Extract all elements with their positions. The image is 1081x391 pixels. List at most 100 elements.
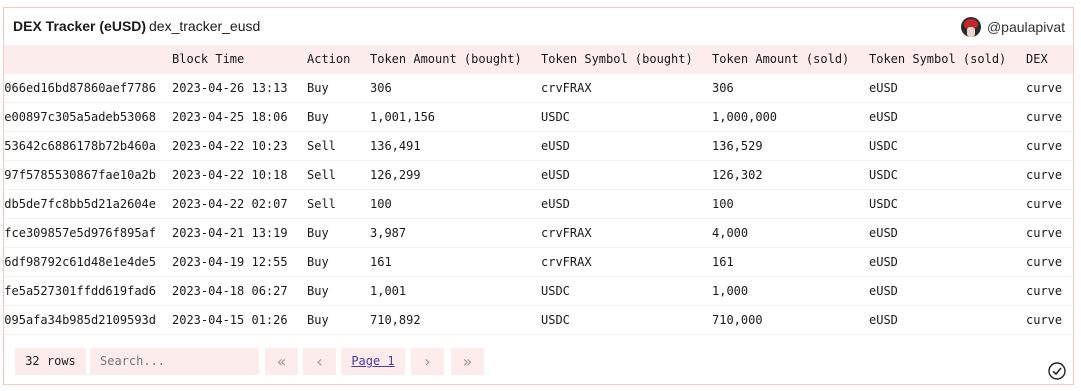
tx-hash-cell: 97f5785530867fae10a2b bbox=[4, 168, 156, 182]
column-header-action[interactable]: Action bbox=[307, 45, 367, 74]
first-page-button[interactable]: « bbox=[265, 348, 298, 375]
table-row: 53642c6886178b72b460a 2023-04-22 10:23 S… bbox=[4, 132, 1073, 161]
table-row: 6df98792c61d48e1e4de5 2023-04-19 12:55 B… bbox=[4, 248, 1073, 277]
card-subtitle: dex_tracker_eusd bbox=[149, 18, 261, 34]
page-indicator[interactable]: Page 1 bbox=[341, 348, 405, 375]
column-header-tx-hash[interactable] bbox=[4, 45, 156, 74]
block-time-cell: 2023-04-19 12:55 bbox=[172, 255, 288, 269]
next-page-button[interactable]: › bbox=[411, 348, 444, 375]
dex-cell: curve bbox=[1026, 110, 1063, 124]
symbol-bought-cell: crvFRAX bbox=[541, 226, 592, 240]
action-cell: Sell bbox=[307, 139, 336, 153]
dex-cell: curve bbox=[1026, 81, 1063, 95]
tx-hash-cell: fe5a527301ffdd619fad6 bbox=[4, 284, 156, 298]
tx-hash-cell: db5de7fc8bb5d21a2604e bbox=[4, 197, 156, 211]
table-row: 97f5785530867fae10a2b 2023-04-22 10:18 S… bbox=[4, 161, 1073, 190]
block-time-cell: 2023-04-15 01:26 bbox=[172, 313, 288, 327]
dex-cell: curve bbox=[1026, 284, 1063, 298]
previous-page-button[interactable]: ‹ bbox=[303, 348, 336, 375]
amount-bought-cell: 161 bbox=[370, 255, 392, 269]
action-cell: Sell bbox=[307, 168, 336, 182]
table-row: fce309857e5d976f895af 2023-04-21 13:19 B… bbox=[4, 219, 1073, 248]
last-page-button[interactable]: » bbox=[451, 348, 484, 375]
dex-cell: curve bbox=[1026, 255, 1063, 269]
action-cell: Sell bbox=[307, 197, 336, 211]
column-header-token-symbol-sold[interactable]: Token Symbol (sold) bbox=[869, 45, 1021, 74]
block-time-cell: 2023-04-18 06:27 bbox=[172, 284, 288, 298]
symbol-sold-cell: eUSD bbox=[869, 81, 898, 95]
symbol-sold-cell: eUSD bbox=[869, 284, 898, 298]
column-header-dex[interactable]: DEX bbox=[1026, 45, 1071, 74]
amount-bought-cell: 100 bbox=[370, 197, 392, 211]
action-cell: Buy bbox=[307, 284, 329, 298]
action-cell: Buy bbox=[307, 226, 329, 240]
amount-bought-cell: 306 bbox=[370, 81, 392, 95]
symbol-bought-cell: eUSD bbox=[541, 168, 570, 182]
symbol-sold-cell: USDC bbox=[869, 139, 898, 153]
tx-hash-cell: e00897c305a5adeb53068 bbox=[4, 110, 156, 124]
symbol-sold-cell: eUSD bbox=[869, 255, 898, 269]
amount-sold-cell: 1,000 bbox=[712, 284, 749, 298]
amount-bought-cell: 126,299 bbox=[370, 168, 421, 182]
symbol-bought-cell: USDC bbox=[541, 284, 570, 298]
table-row: 066ed16bd87860aef7786 2023-04-26 13:13 B… bbox=[4, 74, 1073, 103]
block-time-cell: 2023-04-26 13:13 bbox=[172, 81, 288, 95]
table-footer: 32 rows « ‹ Page 1 › » bbox=[4, 347, 1073, 380]
tx-hash-cell: 095afa34b985d2109593d bbox=[4, 313, 156, 327]
symbol-bought-cell: eUSD bbox=[541, 139, 570, 153]
amount-sold-cell: 126,302 bbox=[712, 168, 763, 182]
table-row: db5de7fc8bb5d21a2604e 2023-04-22 02:07 S… bbox=[4, 190, 1073, 219]
column-header-token-amount-sold[interactable]: Token Amount (sold) bbox=[712, 45, 864, 74]
tx-hash-cell: 6df98792c61d48e1e4de5 bbox=[4, 255, 156, 269]
symbol-bought-cell: crvFRAX bbox=[541, 255, 592, 269]
block-time-cell: 2023-04-25 18:06 bbox=[172, 110, 288, 124]
dex-cell: curve bbox=[1026, 226, 1063, 240]
amount-sold-cell: 100 bbox=[712, 197, 734, 211]
table-row: 095afa34b985d2109593d 2023-04-15 01:26 B… bbox=[4, 306, 1073, 335]
card-title: DEX Tracker (eUSD) bbox=[13, 18, 147, 34]
amount-sold-cell: 1,000,000 bbox=[712, 110, 778, 124]
dex-cell: curve bbox=[1026, 197, 1063, 211]
symbol-bought-cell: USDC bbox=[541, 110, 570, 124]
tx-hash-cell: 066ed16bd87860aef7786 bbox=[4, 81, 156, 95]
table-header-row: Block Time Action Token Amount (bought) … bbox=[4, 45, 1073, 74]
amount-bought-cell: 710,892 bbox=[370, 313, 421, 327]
symbol-sold-cell: USDC bbox=[869, 197, 898, 211]
symbol-bought-cell: crvFRAX bbox=[541, 81, 592, 95]
block-time-cell: 2023-04-22 10:23 bbox=[172, 139, 288, 153]
avatar bbox=[960, 17, 981, 37]
dex-cell: curve bbox=[1026, 313, 1063, 327]
author-name: @paulapivat bbox=[986, 19, 1065, 35]
column-header-block-time[interactable]: Block Time bbox=[172, 45, 302, 74]
check-circle-icon[interactable] bbox=[1048, 362, 1066, 380]
symbol-sold-cell: eUSD bbox=[869, 313, 898, 327]
symbol-sold-cell: eUSD bbox=[869, 110, 898, 124]
symbol-sold-cell: USDC bbox=[869, 168, 898, 182]
amount-sold-cell: 306 bbox=[712, 81, 734, 95]
symbol-sold-cell: eUSD bbox=[869, 226, 898, 240]
symbol-bought-cell: eUSD bbox=[541, 197, 570, 211]
amount-sold-cell: 4,000 bbox=[712, 226, 749, 240]
block-time-cell: 2023-04-21 13:19 bbox=[172, 226, 288, 240]
amount-bought-cell: 136,491 bbox=[370, 139, 421, 153]
table-row: fe5a527301ffdd619fad6 2023-04-18 06:27 B… bbox=[4, 277, 1073, 306]
action-cell: Buy bbox=[307, 110, 329, 124]
tx-hash-cell: 53642c6886178b72b460a bbox=[4, 139, 156, 153]
column-header-token-symbol-bought[interactable]: Token Symbol (bought) bbox=[541, 45, 709, 74]
table-row: e00897c305a5adeb53068 2023-04-25 18:06 B… bbox=[4, 103, 1073, 132]
amount-bought-cell: 3,987 bbox=[370, 226, 407, 240]
amount-sold-cell: 161 bbox=[712, 255, 734, 269]
action-cell: Buy bbox=[307, 313, 329, 327]
tx-hash-cell: fce309857e5d976f895af bbox=[4, 226, 156, 240]
dex-cell: curve bbox=[1026, 139, 1063, 153]
column-header-token-amount-bought[interactable]: Token Amount (bought) bbox=[370, 45, 538, 74]
search-input[interactable] bbox=[90, 348, 259, 375]
amount-sold-cell: 136,529 bbox=[712, 139, 763, 153]
action-cell: Buy bbox=[307, 255, 329, 269]
block-time-cell: 2023-04-22 02:07 bbox=[172, 197, 288, 211]
action-cell: Buy bbox=[307, 81, 329, 95]
row-count-badge: 32 rows bbox=[15, 348, 86, 375]
author-link[interactable]: @paulapivat bbox=[960, 16, 1065, 38]
amount-bought-cell: 1,001,156 bbox=[370, 110, 436, 124]
query-results-card: DEX Tracker (eUSD) dex_tracker_eusd @pau… bbox=[3, 7, 1074, 385]
